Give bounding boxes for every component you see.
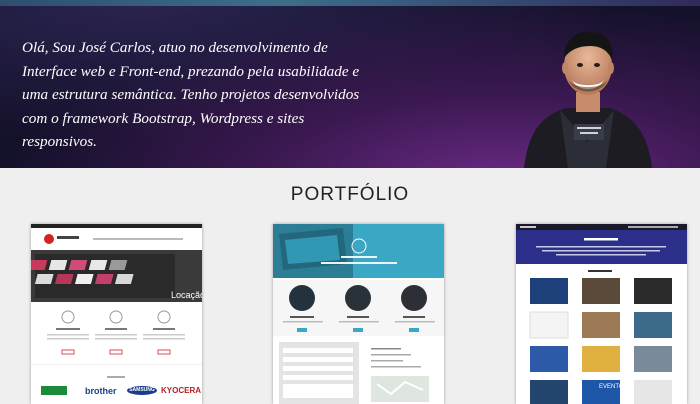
partner-logo-green	[41, 386, 67, 395]
rental-banner-label: Locação	[171, 290, 202, 300]
partner-logo-kyocera: KYOCERA	[161, 386, 202, 395]
portfolio-item-rental-site[interactable]: Locação brother SAMSUNG KYOCERA	[31, 224, 202, 404]
partner-logo-brother: brother	[85, 386, 117, 396]
events-tile-label: EVENTOS	[599, 384, 628, 390]
portfolio-item-tech-rental-site[interactable]	[273, 224, 444, 404]
partner-logos: brother SAMSUNG KYOCERA	[41, 386, 201, 398]
profile-photo	[524, 31, 652, 168]
laptop-photo	[273, 224, 353, 278]
portfolio-item-designer-site[interactable]: EVENTOS	[516, 224, 687, 404]
partner-logo-samsung: SAMSUNG	[127, 386, 157, 395]
hero-banner: Olá, Sou José Carlos, atuo no desenvolvi…	[0, 0, 700, 168]
printer-photo	[31, 254, 175, 298]
site-thumbnail	[31, 224, 202, 404]
site-thumbnail	[516, 224, 687, 404]
hero-intro-text: Olá, Sou José Carlos, atuo no desenvolvi…	[22, 39, 360, 150]
hero-top-accent	[0, 0, 700, 6]
portfolio-heading: PORTFÓLIO	[290, 184, 410, 205]
site-thumbnail	[273, 224, 444, 404]
